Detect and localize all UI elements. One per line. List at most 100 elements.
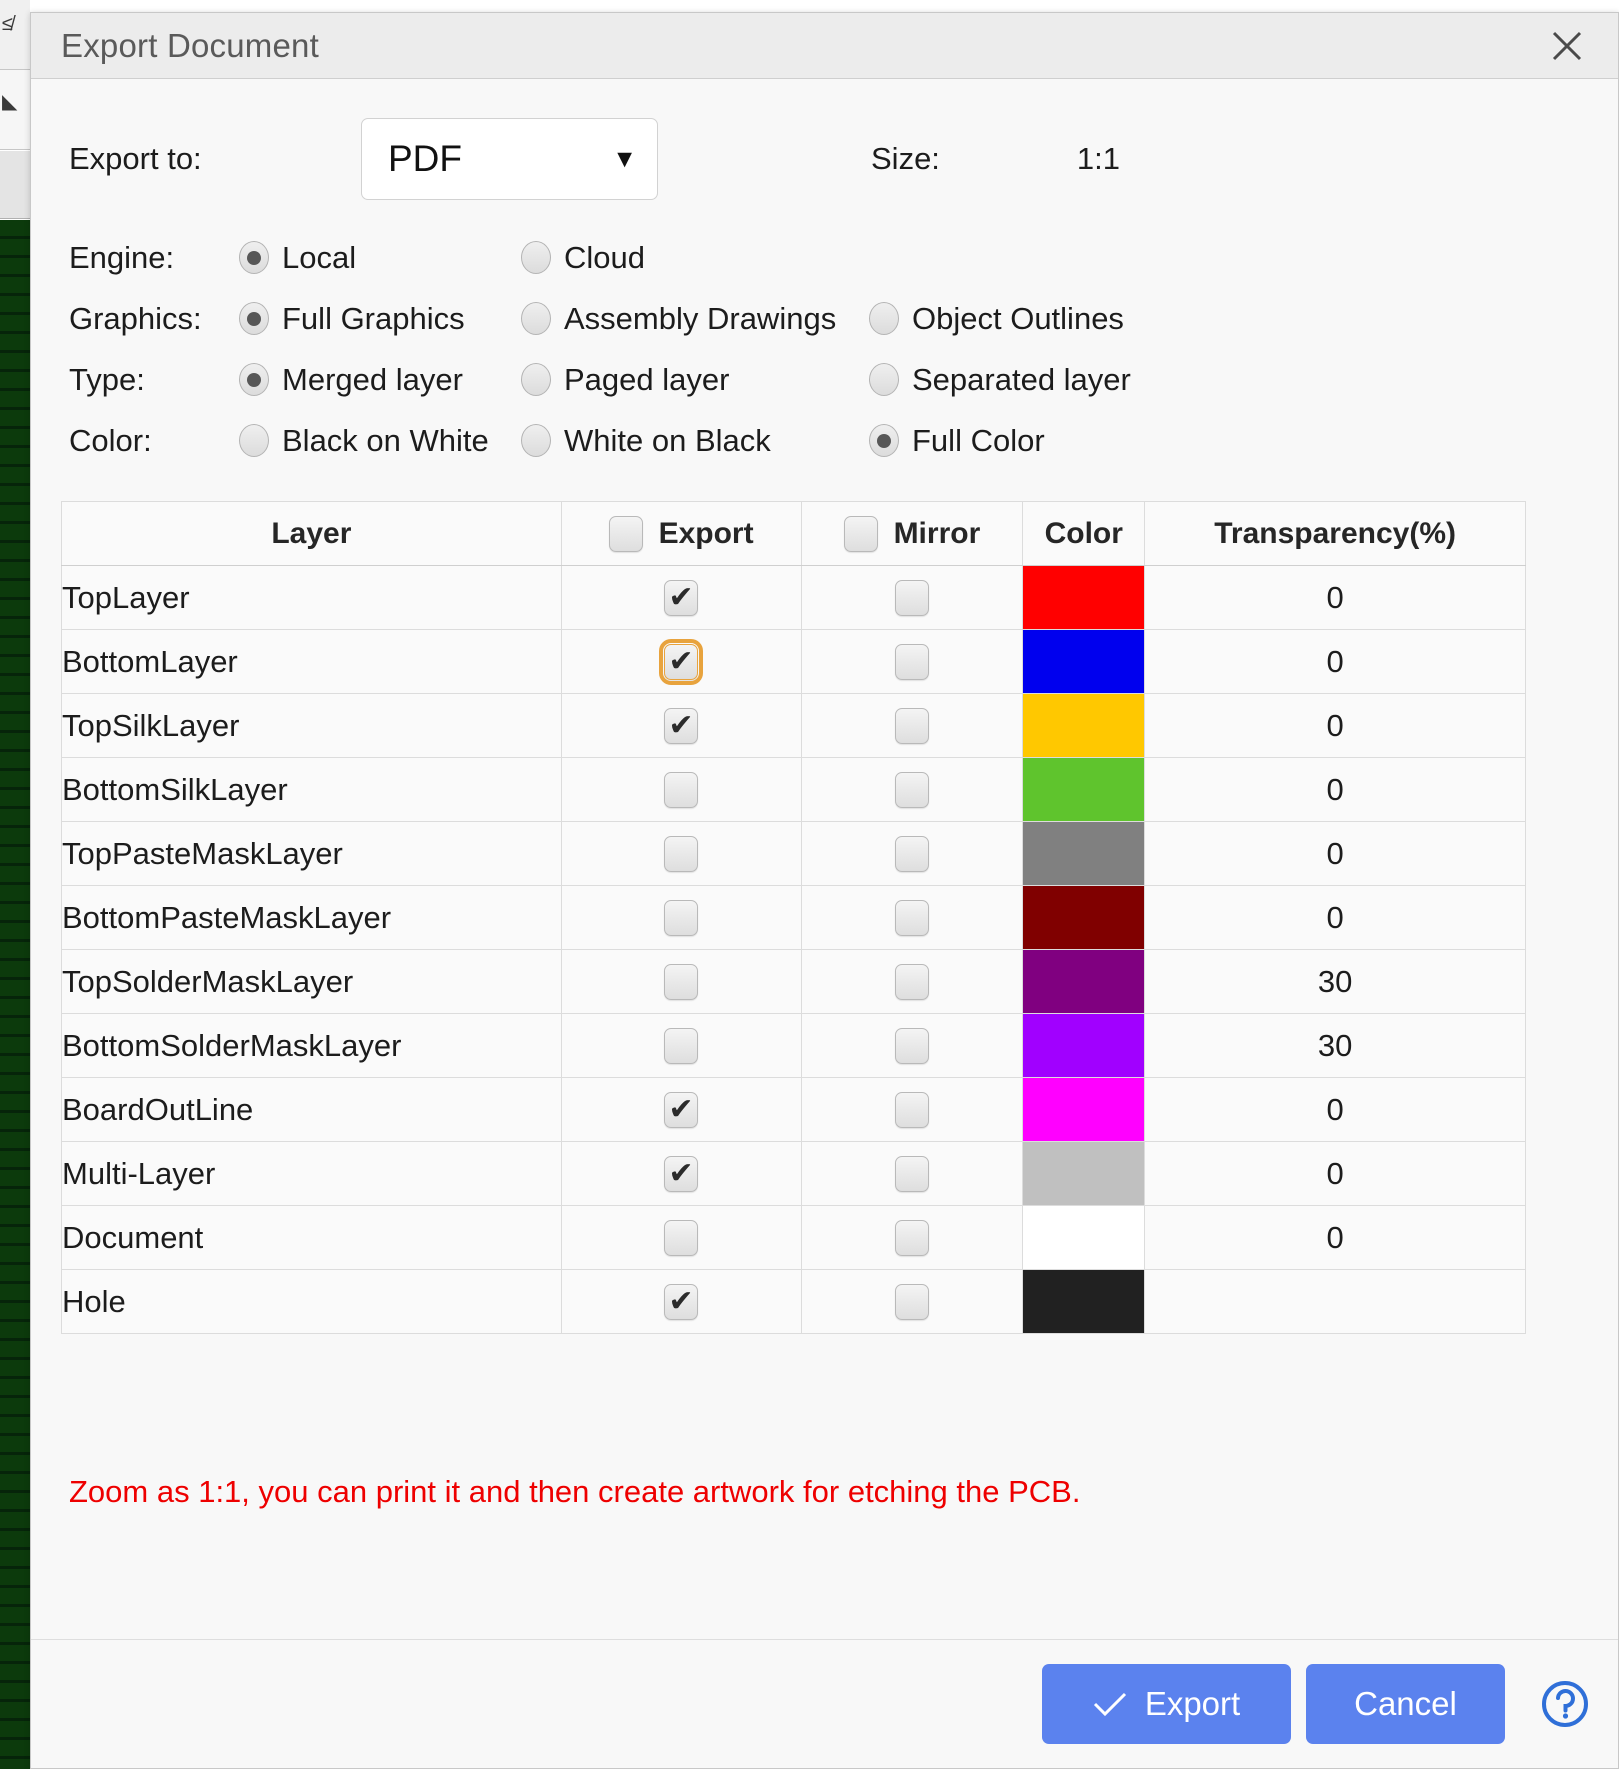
transparency-cell[interactable]: 0 [1144,1205,1526,1270]
mirror-checkbox[interactable]: ✔ [894,1155,929,1192]
mirror-checkbox[interactable]: ✔ [894,707,929,744]
layer-color-cell[interactable] [1022,885,1146,950]
layer-color-cell[interactable] [1022,1141,1146,1206]
radio-option-separated-layer[interactable]: Separated layer [869,362,1131,398]
transparency-cell[interactable]: 0 [1144,1141,1526,1206]
mirror-all-checkbox[interactable]: ✔ [843,515,878,552]
radio-option-full-color[interactable]: Full Color [869,423,1045,459]
radio-option-label: Full Color [912,422,1045,458]
mirror-cell: ✔ [800,565,1024,630]
transparency-cell[interactable]: 0 [1144,693,1526,758]
layer-color-cell[interactable] [1022,821,1146,886]
help-circle-icon[interactable] [1534,1673,1596,1735]
mirror-cell: ✔ [800,821,1024,886]
mirror-cell: ✔ [800,1013,1024,1078]
radio-option-paged-layer[interactable]: Paged layer [521,362,869,398]
layer-color-cell[interactable] [1022,1205,1146,1270]
radio-group-label: Color: [69,422,152,458]
mirror-checkbox[interactable]: ✔ [894,1283,929,1320]
table-row: Document ✔ ✔ 0 [61,1205,1526,1270]
transparency-cell[interactable]: 30 [1144,1013,1526,1078]
layer-color-cell[interactable] [1022,565,1146,630]
radio-option-cloud[interactable]: Cloud [521,240,869,276]
radio-option-label: White on Black [564,422,771,458]
mirror-cell: ✔ [800,693,1024,758]
radio-option-white-on-black[interactable]: White on Black [521,423,869,459]
layer-color-cell[interactable] [1022,693,1146,758]
color-swatch [1023,566,1145,629]
export-button[interactable]: Export [1042,1664,1291,1744]
export-all-checkbox[interactable]: ✔ [608,515,643,552]
layer-color-cell[interactable] [1022,1269,1146,1334]
radio-group-engine: Engine: Local Cloud [61,227,1588,288]
layer-color-cell[interactable] [1022,1013,1146,1078]
export-checkbox[interactable]: ✔ [664,1155,699,1192]
layer-color-cell[interactable] [1022,1077,1146,1142]
mirror-checkbox[interactable]: ✔ [894,899,929,936]
transparency-cell[interactable]: 0 [1144,885,1526,950]
check-icon: ✔ [668,1091,694,1127]
close-icon[interactable] [1538,20,1596,72]
cancel-button[interactable]: Cancel [1306,1664,1505,1744]
radio-option-object-outlines[interactable]: Object Outlines [869,301,1124,337]
radio-indicator [869,424,899,457]
export-cell: ✔ [560,693,802,758]
export-checkbox[interactable]: ✔ [664,1027,699,1064]
export-checkbox[interactable]: ✔ [664,835,699,872]
mirror-checkbox[interactable]: ✔ [894,963,929,1000]
layer-table: Layer ✔ Export ✔ Mirror [61,501,1526,1334]
export-checkbox[interactable]: ✔ [664,1091,699,1128]
export-cell: ✔ [560,1077,802,1142]
mirror-checkbox[interactable]: ✔ [894,1027,929,1064]
transparency-cell[interactable]: 0 [1144,1077,1526,1142]
layer-name-cell: TopPasteMaskLayer [61,821,562,886]
transparency-cell[interactable]: 0 [1144,565,1526,630]
layer-color-cell[interactable] [1022,629,1146,694]
export-checkbox[interactable]: ✔ [664,899,699,936]
export-checkbox[interactable]: ✔ [659,638,704,685]
column-header-mirror-label: Mirror [893,516,981,550]
column-header-mirror: ✔ Mirror [800,501,1024,566]
mirror-checkbox[interactable]: ✔ [894,643,929,680]
color-swatch [1023,1270,1145,1333]
mirror-checkbox[interactable]: ✔ [894,771,929,808]
mirror-cell: ✔ [800,1141,1024,1206]
export-checkbox[interactable]: ✔ [664,1219,699,1256]
export-checkbox[interactable]: ✔ [664,963,699,1000]
layer-color-cell[interactable] [1022,949,1146,1014]
color-swatch [1023,822,1145,885]
layer-name-cell: BottomLayer [61,629,562,694]
radio-option-local[interactable]: Local [239,240,521,276]
layer-color-cell[interactable] [1022,757,1146,822]
radio-option-assembly-drawings[interactable]: Assembly Drawings [521,301,869,337]
radio-option-merged-layer[interactable]: Merged layer [239,362,521,398]
transparency-cell[interactable]: 0 [1144,629,1526,694]
mirror-checkbox[interactable]: ✔ [894,1091,929,1128]
export-cell: ✔ [560,949,802,1014]
radio-indicator [521,302,551,335]
transparency-cell[interactable]: 30 [1144,949,1526,1014]
transparency-cell[interactable] [1144,1269,1526,1334]
radio-option-full-graphics[interactable]: Full Graphics [239,301,521,337]
export-document-dialog: Export Document Export to: PDF ▼ Size: 1… [30,12,1619,1769]
transparency-cell[interactable]: 0 [1144,821,1526,886]
color-swatch [1023,1078,1145,1141]
mirror-checkbox[interactable]: ✔ [894,579,929,616]
layer-name-cell: TopSolderMaskLayer [61,949,562,1014]
column-header-transparency: Transparency(%) [1144,501,1526,566]
export-checkbox[interactable]: ✔ [664,579,699,616]
table-row: Multi-Layer ✔ ✔ 0 [61,1141,1526,1206]
transparency-cell[interactable]: 0 [1144,757,1526,822]
mirror-checkbox[interactable]: ✔ [894,835,929,872]
export-checkbox[interactable]: ✔ [664,1283,699,1320]
export-format-select[interactable]: PDF ▼ [361,118,658,200]
export-cell: ✔ [560,757,802,822]
radio-option-black-on-white[interactable]: Black on White [239,423,521,459]
export-checkbox[interactable]: ✔ [664,771,699,808]
export-checkbox[interactable]: ✔ [664,707,699,744]
table-row: TopLayer ✔ ✔ 0 [61,565,1526,630]
radio-indicator [239,302,269,335]
radio-indicator [869,363,899,396]
layer-name-cell: Multi-Layer [61,1141,562,1206]
mirror-checkbox[interactable]: ✔ [894,1219,929,1256]
